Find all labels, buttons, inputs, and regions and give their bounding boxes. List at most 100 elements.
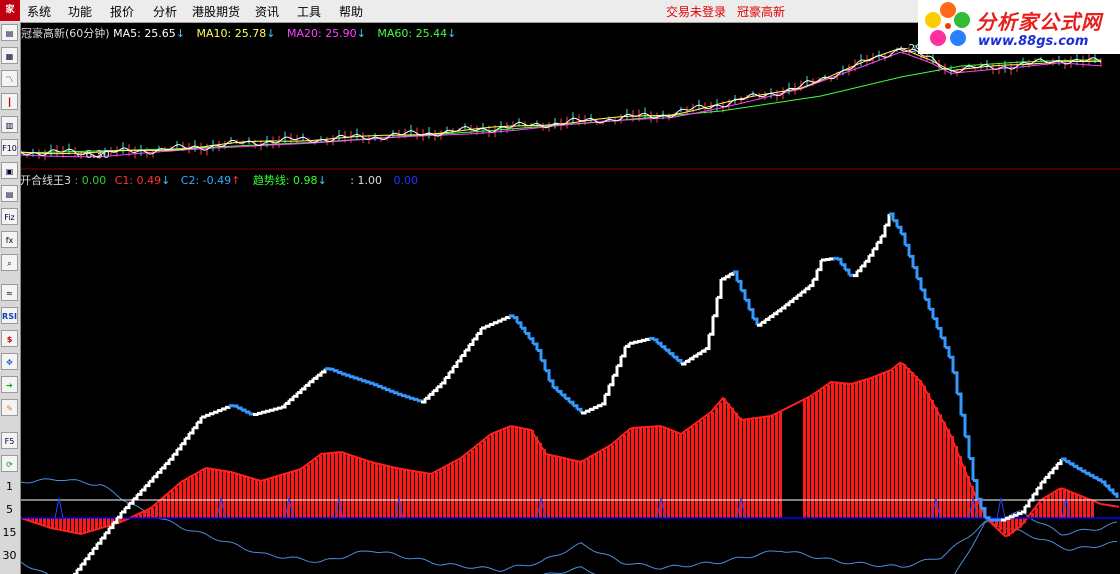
pencil-icon[interactable]: ✎ xyxy=(1,399,18,416)
c1-bar xyxy=(835,382,838,518)
trend-line-segment xyxy=(685,358,691,363)
menu-info[interactable]: 资讯 xyxy=(255,3,279,20)
trend-line-segment xyxy=(89,548,95,556)
chart-canvas[interactable] xyxy=(21,22,1120,574)
c1-bar xyxy=(623,434,626,518)
f8-icon[interactable]: ▤ xyxy=(1,185,18,202)
c1-bar xyxy=(575,460,578,518)
trend-line-segment xyxy=(961,413,967,437)
trend-line-segment xyxy=(129,498,135,505)
c1-bar xyxy=(859,381,862,518)
c1-bar xyxy=(1071,492,1074,518)
enter-icon[interactable]: ➔ xyxy=(1,376,18,393)
trend-chart-icon[interactable]: 〽 xyxy=(1,70,18,87)
price-panel xyxy=(21,44,1120,170)
period-5[interactable]: 5 xyxy=(0,503,19,516)
c1-bar xyxy=(899,363,902,518)
chart-area[interactable]: 冠豪高新(60分钟) MA5: 25.65↓ MA10: 25.78↓ MA20… xyxy=(20,22,1120,574)
c1-bar xyxy=(947,428,950,518)
trend-line-segment xyxy=(941,336,947,348)
c1-bar xyxy=(407,469,410,518)
trend-line-segment xyxy=(85,553,91,561)
wave-icon[interactable]: ≈ xyxy=(1,284,18,301)
c1-bar xyxy=(551,455,554,518)
login-status[interactable]: 交易未登录 xyxy=(666,3,726,20)
grid-view-icon[interactable]: ▦ xyxy=(1,47,18,64)
trend-line-segment xyxy=(313,375,319,380)
trend-line-segment xyxy=(473,333,479,341)
trend-line-segment xyxy=(105,527,111,535)
trend-line-segment xyxy=(585,409,591,413)
menu-tools[interactable]: 工具 xyxy=(297,3,321,20)
c1-bar xyxy=(315,458,318,518)
c1-bar xyxy=(655,426,658,518)
c1-bar xyxy=(287,473,290,518)
c1-bar xyxy=(847,383,850,518)
trend-line-segment xyxy=(1049,468,1055,475)
menu-analysis[interactable]: 分析 xyxy=(153,3,177,20)
trend-line-segment xyxy=(561,393,567,399)
refresh-icon[interactable]: ⟳ xyxy=(1,455,18,472)
trend-line-segment xyxy=(1105,484,1111,490)
c1-bar xyxy=(879,374,882,518)
trend-line-segment xyxy=(1029,494,1035,502)
function-icon[interactable]: fx xyxy=(1,231,18,248)
c1-bar xyxy=(175,487,178,518)
c1-bar xyxy=(591,456,594,518)
menu-help[interactable]: 帮助 xyxy=(339,3,363,20)
news-icon[interactable]: ▣ xyxy=(1,162,18,179)
c1-bar xyxy=(455,461,458,518)
c1-bar xyxy=(331,453,334,518)
trend-line-segment xyxy=(633,340,639,344)
c1-bar xyxy=(403,469,406,518)
c1-bar xyxy=(355,456,358,518)
trend-line-segment xyxy=(893,219,899,228)
trend-line-segment xyxy=(545,369,551,381)
dollar-icon[interactable]: $ xyxy=(1,330,18,347)
period-1[interactable]: 1 xyxy=(0,480,19,493)
rsi-icon[interactable]: RSI xyxy=(1,307,18,324)
trend-line-segment xyxy=(825,258,831,261)
trend-line-segment xyxy=(365,380,371,384)
trend-line-segment xyxy=(1037,482,1043,490)
f5-icon[interactable]: F5 xyxy=(1,432,18,449)
trend-line-segment xyxy=(861,261,867,268)
app-logo-icon[interactable]: 家 xyxy=(0,0,20,21)
c1-bar xyxy=(871,378,874,518)
c1-bar xyxy=(615,441,618,518)
trend-line-segment xyxy=(149,476,155,483)
trend-line-segment xyxy=(625,343,631,348)
menu-quote[interactable]: 报价 xyxy=(110,3,134,20)
zoom-icon[interactable]: ⌕ xyxy=(1,254,18,271)
table-icon[interactable]: ▥ xyxy=(1,116,18,133)
period-15[interactable]: 15 xyxy=(0,526,19,539)
trend-line-segment xyxy=(165,459,171,466)
trend-line-segment xyxy=(765,316,771,321)
trend-line-segment xyxy=(929,307,935,319)
trend-line-segment xyxy=(921,288,927,300)
formula-icon[interactable]: Fiz xyxy=(1,208,18,225)
period-30[interactable]: 30 xyxy=(0,549,19,562)
trend-line-segment xyxy=(1025,500,1031,508)
trend-line-segment xyxy=(533,342,539,351)
trend-line-segment xyxy=(701,348,707,353)
menu-hk-futures[interactable]: 港股期货 xyxy=(192,3,240,20)
trend-line-segment xyxy=(705,334,711,351)
watermark: 分析家公式网 www.88gs.com xyxy=(918,0,1120,54)
candle-chart-icon[interactable]: ┃ xyxy=(1,93,18,110)
c1-bar xyxy=(715,407,718,518)
c1-bar xyxy=(327,453,330,518)
menu-system[interactable]: 系统 xyxy=(27,3,51,20)
menu-function[interactable]: 功能 xyxy=(68,3,92,20)
move-icon[interactable]: ✥ xyxy=(1,353,18,370)
trend-line-segment xyxy=(949,355,955,373)
c1-bar xyxy=(55,518,58,529)
trend-line-segment xyxy=(373,383,379,387)
c1-bar xyxy=(1043,498,1046,518)
c1-bar xyxy=(283,474,286,518)
f10-icon[interactable]: F10 xyxy=(1,139,18,156)
list-view-icon[interactable]: ▤ xyxy=(1,24,18,41)
trend-line-segment xyxy=(933,317,939,329)
trend-line-segment xyxy=(885,214,891,227)
c1-bar xyxy=(71,518,74,532)
